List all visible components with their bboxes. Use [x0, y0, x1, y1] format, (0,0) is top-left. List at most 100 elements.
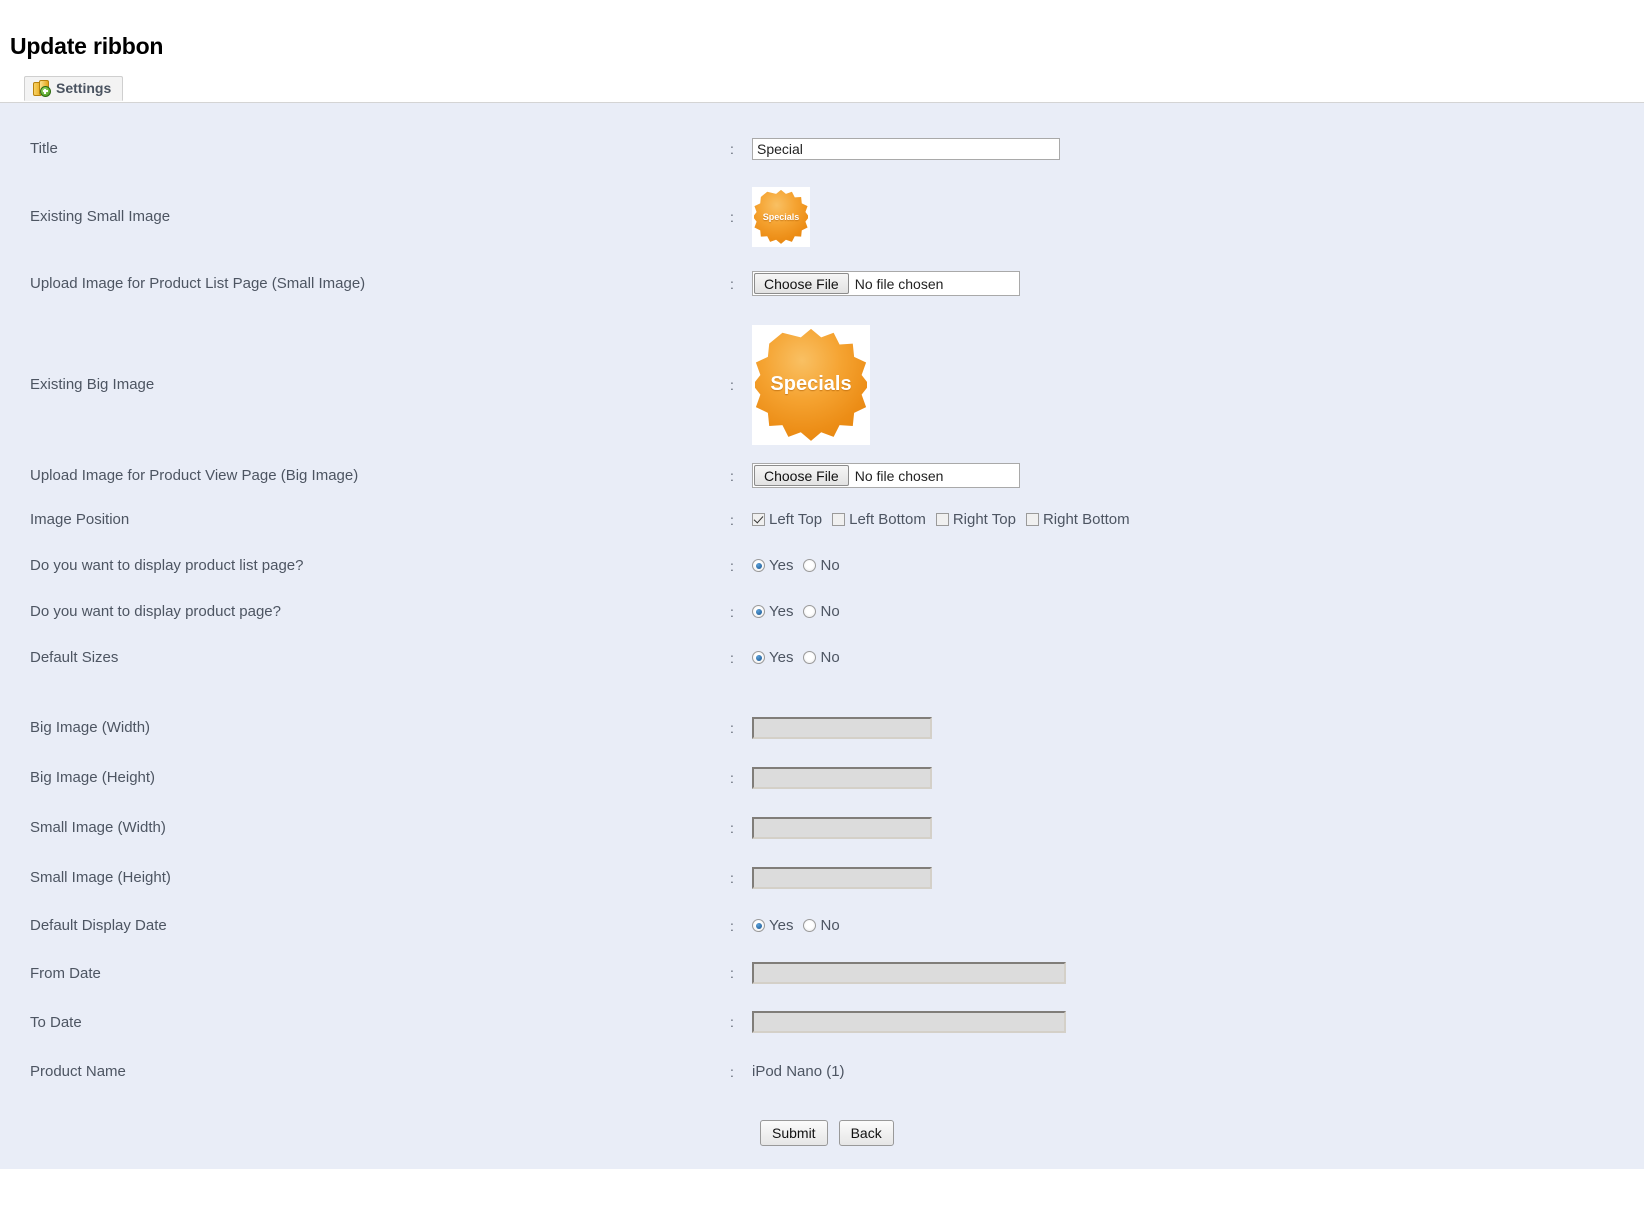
checkbox-right-bottom[interactable]: Right Bottom: [1025, 511, 1130, 529]
separator-title: :: [730, 140, 734, 157]
radio-default-sizes-yes[interactable]: Yes: [752, 649, 793, 666]
label-from-date: From Date: [30, 964, 101, 982]
label-small-image-height: Small Image (Height): [30, 869, 171, 887]
display-product-page-radio-group: Yes No: [752, 603, 850, 620]
radio-default-sizes-no-label: No: [820, 649, 840, 667]
radio-display-date-yes-dot[interactable]: [752, 919, 765, 933]
radio-display-date-no-label: No: [820, 917, 840, 935]
radio-product-page-no[interactable]: No: [803, 603, 840, 621]
row-upload-big-image: Upload Image for Product View Page (Big …: [0, 455, 1644, 497]
separator-to-date: :: [730, 1014, 734, 1031]
row-from-date: From Date :: [0, 949, 1644, 998]
radio-product-page-no-dot[interactable]: [803, 605, 817, 619]
label-big-image-height: Big Image (Height): [30, 769, 156, 787]
default-sizes-radio-group: Yes No: [752, 649, 850, 666]
default-display-date-radio-group: Yes No: [752, 917, 850, 934]
tab-settings-label: Settings: [56, 80, 112, 97]
radio-default-sizes-yes-label: Yes: [769, 649, 794, 667]
big-image-height-input[interactable]: [752, 766, 932, 789]
separator-big-image-height: :: [730, 769, 734, 786]
radio-list-page-no[interactable]: No: [803, 557, 840, 575]
small-image-width-input[interactable]: [752, 816, 932, 839]
radio-default-sizes-no-dot[interactable]: [803, 651, 817, 665]
checkbox-left-top[interactable]: Left Top: [752, 511, 822, 528]
radio-display-date-yes-label: Yes: [769, 917, 794, 935]
radio-list-page-yes[interactable]: Yes: [752, 557, 793, 574]
checkbox-right-top[interactable]: Right Top: [935, 511, 1016, 529]
separator-default-display-date: :: [730, 917, 734, 934]
radio-list-page-yes-label: Yes: [769, 557, 794, 575]
row-big-image-height: Big Image (Height) :: [0, 753, 1644, 803]
radio-display-date-no-dot[interactable]: [803, 919, 817, 933]
separator-display-product-page: :: [730, 603, 734, 620]
radio-product-page-no-label: No: [820, 603, 840, 621]
from-date-input[interactable]: [752, 962, 1066, 985]
checkbox-left-top-label: Left Top: [769, 511, 823, 529]
checkbox-right-top-label: Right Top: [952, 511, 1016, 529]
radio-default-sizes-yes-dot[interactable]: [752, 651, 765, 665]
radio-product-page-yes-dot[interactable]: [752, 605, 765, 619]
separator-small-image-height: :: [730, 869, 734, 886]
radio-display-date-no[interactable]: No: [803, 917, 840, 935]
checkbox-right-bottom-label: Right Bottom: [1042, 511, 1130, 529]
checkbox-right-bottom-box[interactable]: [1025, 513, 1039, 527]
back-button[interactable]: Back: [838, 1119, 894, 1146]
small-image-file-input[interactable]: Choose File No file chosen: [752, 271, 1020, 297]
separator-existing-big-image: :: [730, 376, 734, 393]
label-existing-small-image: Existing Small Image: [30, 208, 171, 226]
existing-big-image-preview: Specials: [752, 324, 870, 445]
label-image-position: Image Position: [30, 511, 130, 529]
big-image-file-input[interactable]: Choose File No file chosen: [752, 463, 1020, 489]
page-root: Update ribbon Settings Title : Existi: [0, 15, 1644, 1218]
label-display-product-page: Do you want to display product page?: [30, 603, 281, 621]
label-big-image-width: Big Image (Width): [30, 719, 151, 737]
label-title: Title: [30, 140, 58, 158]
separator-upload-big-image: :: [730, 467, 734, 484]
row-display-product-list-page: Do you want to display product list page…: [0, 543, 1644, 589]
row-existing-small-image: Existing Small Image : Specials: [0, 181, 1644, 253]
row-display-product-page: Do you want to display product page? : Y…: [0, 589, 1644, 635]
checkbox-left-top-box[interactable]: [752, 513, 765, 527]
settings-panel: Title : Existing Small Image : Specials: [0, 101, 1644, 1169]
big-image-choose-file-button[interactable]: Choose File: [754, 465, 849, 487]
big-image-file-status: No file chosen: [854, 467, 944, 484]
submit-button[interactable]: Submit: [760, 1119, 828, 1146]
row-existing-big-image: Existing Big Image : Specials: [0, 315, 1644, 455]
radio-product-page-yes-label: Yes: [769, 603, 794, 621]
title-input[interactable]: [752, 137, 1060, 160]
checkbox-left-bottom-box[interactable]: [832, 513, 846, 527]
label-default-sizes: Default Sizes: [30, 649, 119, 667]
big-badge-text: Specials: [770, 373, 852, 396]
radio-default-sizes-no[interactable]: No: [803, 649, 840, 667]
product-name-value: iPod Nano (1): [752, 1063, 845, 1081]
row-title: Title :: [0, 117, 1644, 181]
separator-image-position: :: [730, 511, 734, 528]
radio-list-page-yes-dot[interactable]: [752, 559, 765, 573]
tab-settings[interactable]: Settings: [24, 75, 124, 101]
to-date-input[interactable]: [752, 1011, 1066, 1034]
row-default-sizes: Default Sizes : Yes No: [0, 635, 1644, 681]
small-image-file-status: No file chosen: [854, 275, 944, 292]
page-title: Update ribbon: [10, 33, 164, 60]
display-product-list-page-radio-group: Yes No: [752, 557, 850, 574]
separator-default-sizes: :: [730, 649, 734, 666]
big-image-width-input[interactable]: [752, 716, 932, 739]
row-form-actions: Submit Back: [0, 1097, 1644, 1169]
separator-big-image-width: :: [730, 719, 734, 736]
row-small-image-height: Small Image (Height) :: [0, 853, 1644, 903]
small-image-choose-file-button[interactable]: Choose File: [754, 273, 849, 295]
row-image-position: Image Position : Left Top Left Bottom Ri…: [0, 497, 1644, 543]
radio-display-date-yes[interactable]: Yes: [752, 917, 793, 934]
row-default-display-date: Default Display Date : Yes No: [0, 903, 1644, 949]
radio-list-page-no-label: No: [820, 557, 840, 575]
radio-product-page-yes[interactable]: Yes: [752, 603, 793, 620]
separator-product-name: :: [730, 1063, 734, 1080]
radio-list-page-no-dot[interactable]: [803, 559, 817, 573]
tab-strip: Settings: [24, 75, 1644, 103]
separator-from-date: :: [730, 965, 734, 982]
small-image-height-input[interactable]: [752, 866, 932, 889]
small-badge-text: Specials: [762, 211, 800, 222]
checkbox-left-bottom[interactable]: Left Bottom: [832, 511, 926, 528]
checkbox-right-top-box[interactable]: [935, 513, 949, 527]
